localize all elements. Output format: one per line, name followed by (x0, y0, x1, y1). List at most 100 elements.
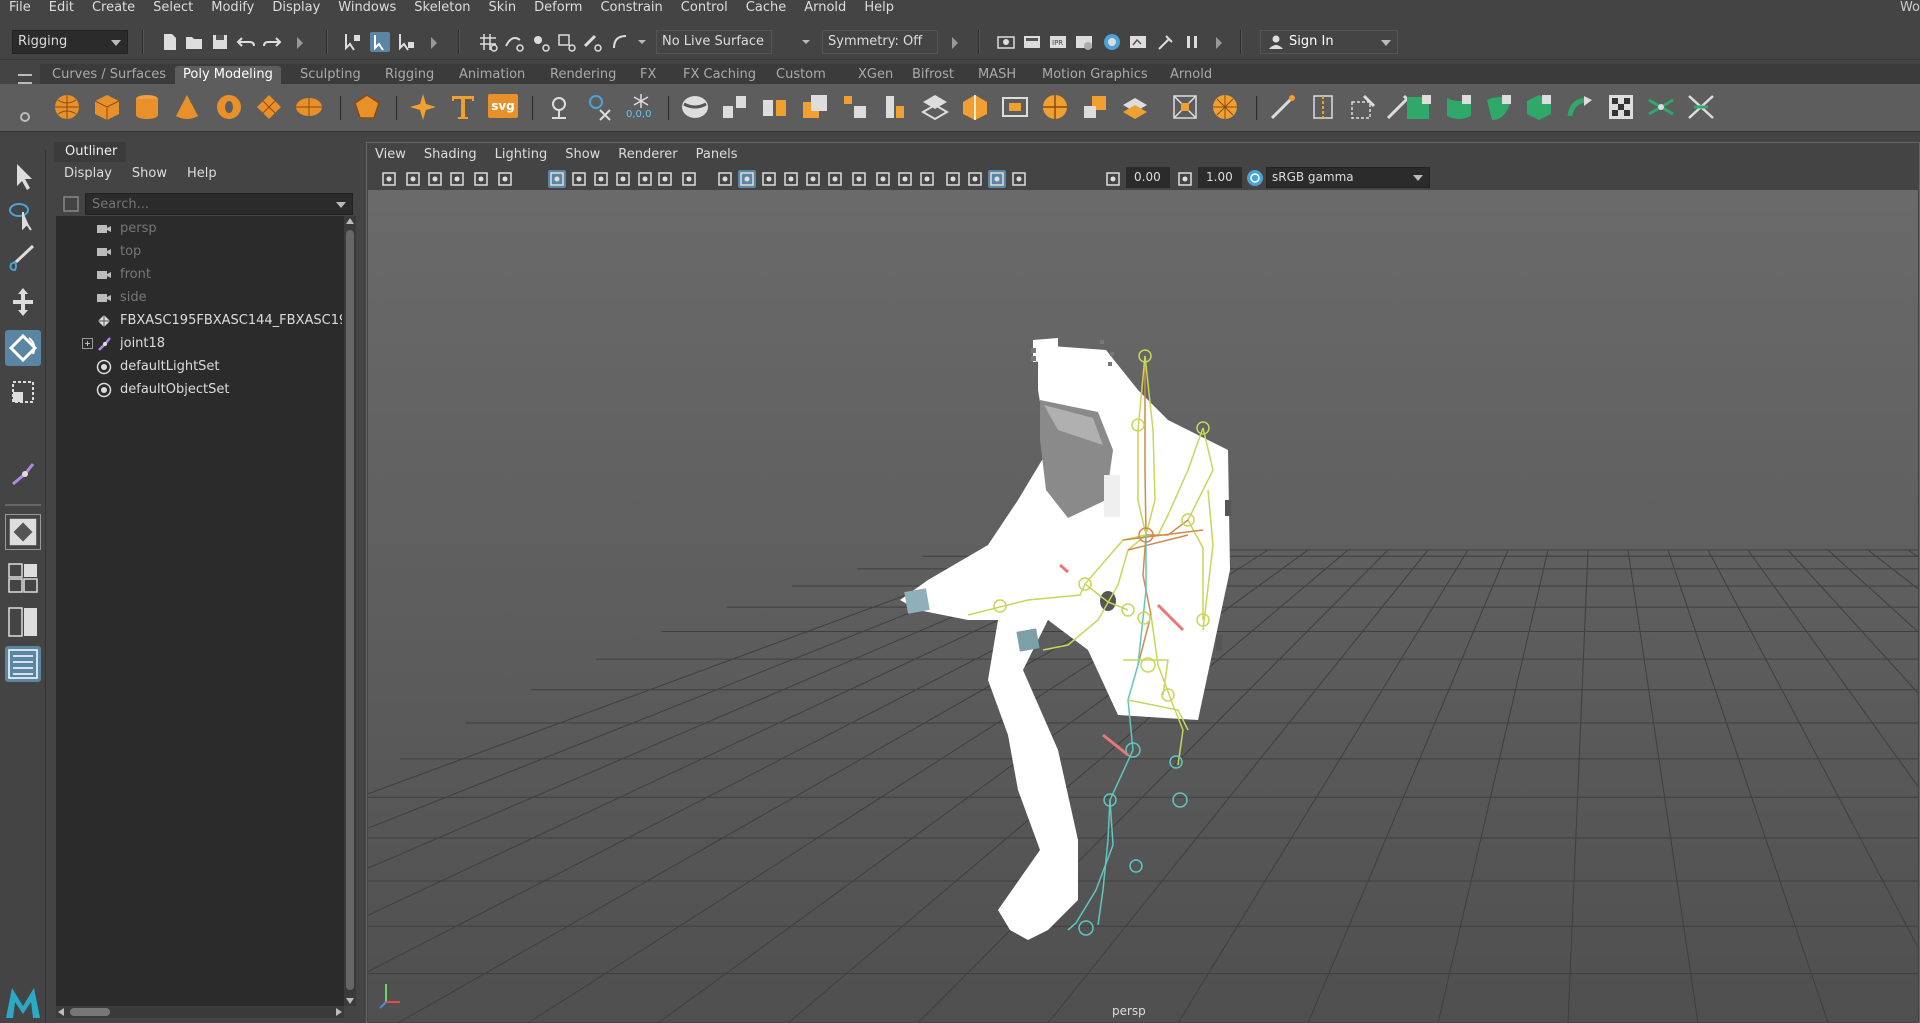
shelf-tab-bifrost[interactable]: Bifrost (904, 66, 962, 84)
poly-disc-icon[interactable] (294, 92, 324, 122)
menu-control[interactable]: Control (672, 0, 737, 16)
paint-select-tool-icon[interactable] (5, 240, 41, 276)
scroll-down-icon[interactable] (346, 998, 354, 1004)
gamma-field[interactable]: 1.00 (1198, 167, 1242, 188)
motion-blur-icon[interactable] (874, 170, 892, 188)
outliner-menu-display[interactable]: Display (54, 164, 122, 184)
color-management-icon[interactable] (1246, 169, 1264, 187)
uv-planar-icon[interactable] (1404, 92, 1434, 122)
viewport-menu-view[interactable]: View (366, 144, 415, 166)
rotate-tool-icon[interactable] (5, 330, 41, 366)
poly-plane-icon[interactable] (254, 92, 284, 122)
default-material-icon[interactable] (760, 170, 778, 188)
live-surface-field[interactable]: No Live Surface (656, 30, 772, 54)
lasso-tool-icon[interactable] (5, 198, 41, 234)
outliner-item-side[interactable]: side (56, 287, 344, 309)
chevron-down-icon[interactable] (800, 32, 812, 52)
scroll-up-icon[interactable] (346, 218, 354, 224)
poly-cone-icon[interactable] (172, 92, 202, 122)
exposure-reset-icon[interactable] (1104, 170, 1122, 188)
render-settings-icon[interactable] (1074, 32, 1094, 52)
pause-icon[interactable] (1182, 32, 1202, 52)
shelf-tab-fx-caching[interactable]: FX Caching (675, 66, 764, 84)
snap-curve-icon[interactable] (504, 32, 524, 52)
textured-icon[interactable] (782, 170, 800, 188)
chevron-down-icon[interactable] (636, 32, 648, 52)
shelf-tab-mash[interactable]: MASH (970, 66, 1024, 84)
bridge-icon[interactable] (1000, 92, 1030, 122)
offset-loop-icon[interactable] (1348, 92, 1378, 122)
outliner-search-input[interactable] (86, 194, 326, 214)
outliner-layout-icon[interactable] (5, 646, 41, 682)
append-icon[interactable] (1120, 92, 1150, 122)
workspace-label[interactable]: Wo (1900, 0, 1920, 15)
remesh-icon[interactable] (920, 92, 950, 122)
menu-constrain[interactable]: Constrain (591, 0, 671, 16)
depth-of-field-icon[interactable] (918, 170, 936, 188)
measure-tool-icon[interactable] (544, 92, 574, 122)
uv-auto-icon[interactable] (1524, 92, 1554, 122)
two-pane-layout-icon[interactable] (5, 604, 41, 640)
single-pane-layout-icon[interactable] (5, 514, 41, 550)
poly-cylinder-icon[interactable] (132, 92, 162, 122)
move-tool-icon[interactable] (5, 284, 41, 320)
use-all-lights-icon[interactable] (804, 170, 822, 188)
2d-pan-icon[interactable] (472, 170, 490, 188)
shelf-tab-custom[interactable]: Custom (768, 66, 834, 84)
scroll-thumb[interactable] (70, 1008, 110, 1016)
boolean-icon[interactable] (800, 92, 830, 122)
wireframe-icon[interactable] (716, 170, 734, 188)
smooth-shade-icon[interactable] (738, 170, 756, 188)
shelf-tab-fx[interactable]: FX (632, 66, 664, 84)
joint-tool-icon[interactable] (5, 456, 41, 492)
gamma-reset-icon[interactable] (1176, 170, 1194, 188)
viewport-3d-scene[interactable] (368, 190, 1918, 1023)
viewport-menu-shading[interactable]: Shading (415, 144, 486, 166)
render-setup-icon[interactable] (1128, 32, 1148, 52)
safe-title-icon[interactable] (680, 170, 698, 188)
wedge-icon[interactable] (1210, 92, 1240, 122)
menu-skin[interactable]: Skin (480, 0, 526, 16)
multi-cut-icon[interactable] (1268, 92, 1298, 122)
svg-tool-icon[interactable]: svg (488, 94, 518, 118)
outliner-vertical-scrollbar[interactable] (344, 216, 356, 1006)
poke-icon[interactable] (1170, 92, 1200, 122)
shadows-icon[interactable] (826, 170, 844, 188)
snap-point-icon[interactable] (530, 32, 550, 52)
select-object-icon[interactable] (370, 32, 390, 52)
screen-space-ao-icon[interactable] (850, 170, 868, 188)
combine-icon[interactable] (680, 92, 710, 122)
outliner-item-persp[interactable]: persp (56, 218, 344, 240)
scale-tool-icon[interactable] (5, 374, 41, 410)
outliner-item-defaultlightset[interactable]: defaultLightSet (56, 356, 344, 378)
menu-help[interactable]: Help (855, 0, 903, 16)
select-component-icon[interactable] (396, 32, 416, 52)
menu-select[interactable]: Select (144, 0, 202, 16)
sign-in-dropdown[interactable]: Sign In (1260, 30, 1398, 54)
platonic-solid-icon[interactable] (352, 92, 382, 122)
world-origin-icon[interactable]: 0,0,0 (624, 92, 660, 122)
outliner-item-fbxasc195fbxasc144-fbxas[interactable]: FBXASC195FBXASC144_FBXASC195FBXASC144 (56, 310, 344, 332)
snap-grid-icon[interactable] (478, 32, 498, 52)
save-scene-icon[interactable] (210, 32, 230, 52)
reduce-icon[interactable] (880, 92, 910, 122)
color-space-dropdown[interactable]: sRGB gamma (1266, 167, 1430, 188)
type-text-icon[interactable] (448, 92, 478, 122)
distance-tool-icon[interactable] (584, 92, 614, 122)
outliner-tab[interactable]: Outliner (54, 142, 126, 162)
uv-spherical-icon[interactable] (1484, 92, 1514, 122)
light-editor-icon[interactable] (1156, 32, 1176, 52)
menu-arnold[interactable]: Arnold (795, 0, 855, 16)
isolate-select-icon[interactable] (944, 170, 962, 188)
shelf-tab-xgen[interactable]: XGen (850, 66, 901, 84)
sweep-mesh-icon[interactable] (408, 92, 438, 122)
exposure-field[interactable]: 0.00 (1126, 167, 1170, 188)
outliner-menu-help[interactable]: Help (177, 164, 227, 184)
menu-cache[interactable]: Cache (737, 0, 795, 16)
menu-edit[interactable]: Edit (40, 0, 83, 16)
extract-icon[interactable] (760, 92, 790, 122)
four-pane-layout-icon[interactable] (5, 560, 41, 596)
shelf-tab-motion-graphics[interactable]: Motion Graphics (1034, 66, 1156, 84)
menu-create[interactable]: Create (83, 0, 144, 16)
outliner-item-joint18[interactable]: joint18 (56, 333, 344, 355)
